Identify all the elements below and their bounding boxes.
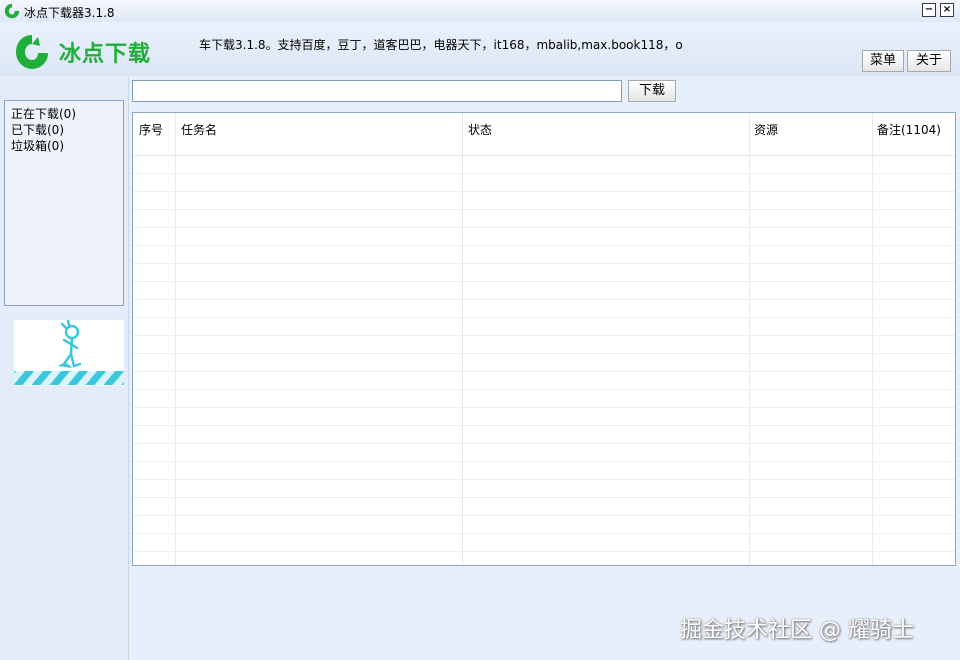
brand-logo-text: 冰点下载 [59,42,152,67]
row-gridline [133,479,955,480]
category-downloading[interactable]: 正在下载(0) [11,105,76,122]
category-downloaded[interactable]: 已下载(0) [11,121,64,138]
menu-button[interactable]: 菜单 [862,50,904,72]
download-button[interactable]: 下载 [628,80,676,102]
watermark-text: 掘金技术社区 @ 耀骑士 [680,618,914,643]
row-gridline [133,299,955,300]
column-header-source[interactable]: 资源 [754,121,778,138]
column-divider [872,113,873,565]
row-gridline [133,281,955,282]
close-button[interactable]: × [940,3,954,17]
row-gridline [133,461,955,462]
url-input[interactable] [132,80,622,102]
row-gridline [133,227,955,228]
column-header-task-name[interactable]: 任务名 [181,121,217,138]
row-gridline [133,515,955,516]
row-gridline [133,353,955,354]
row-gridline [133,533,955,534]
app-logo-icon [4,3,20,19]
row-gridline [133,407,955,408]
row-gridline [133,191,955,192]
category-trash[interactable]: 垃圾箱(0) [11,137,64,154]
category-panel: 正在下载(0) 已下载(0) 垃圾箱(0) [4,100,124,306]
minimize-button[interactable]: − [922,3,936,17]
column-header-notes[interactable]: 备注(1104) [877,121,941,138]
window-title: 冰点下载器3.1.8 [24,6,115,20]
row-gridline [133,245,955,246]
notice-marquee: 车下载3.1.8。支持百度，豆丁，道客巴巴，电器天下，it168，mbalib,… [199,38,683,52]
mascot-image [14,320,124,386]
minimize-icon: − [924,4,934,15]
task-table[interactable]: 序号 任务名 状态 资源 备注(1104) [132,112,956,566]
column-header-index[interactable]: 序号 [139,121,163,138]
row-gridline [133,263,955,264]
row-gridline [133,173,955,174]
row-gridline [133,317,955,318]
row-gridline [133,443,955,444]
column-header-status[interactable]: 状态 [468,121,492,138]
column-divider [749,113,750,565]
table-header: 序号 任务名 状态 资源 备注(1104) [133,113,955,156]
row-gridline [133,371,955,372]
brand-logo-icon [16,35,48,69]
close-icon: × [942,4,952,15]
row-gridline [133,335,955,336]
row-gridline [133,551,955,552]
column-divider [175,113,176,565]
title-bar: 冰点下载器3.1.8 − × [0,0,960,23]
row-gridline [133,425,955,426]
about-button[interactable]: 关于 [907,50,951,72]
row-gridline [133,497,955,498]
column-divider [462,113,463,565]
row-gridline [133,209,955,210]
row-gridline [133,389,955,390]
